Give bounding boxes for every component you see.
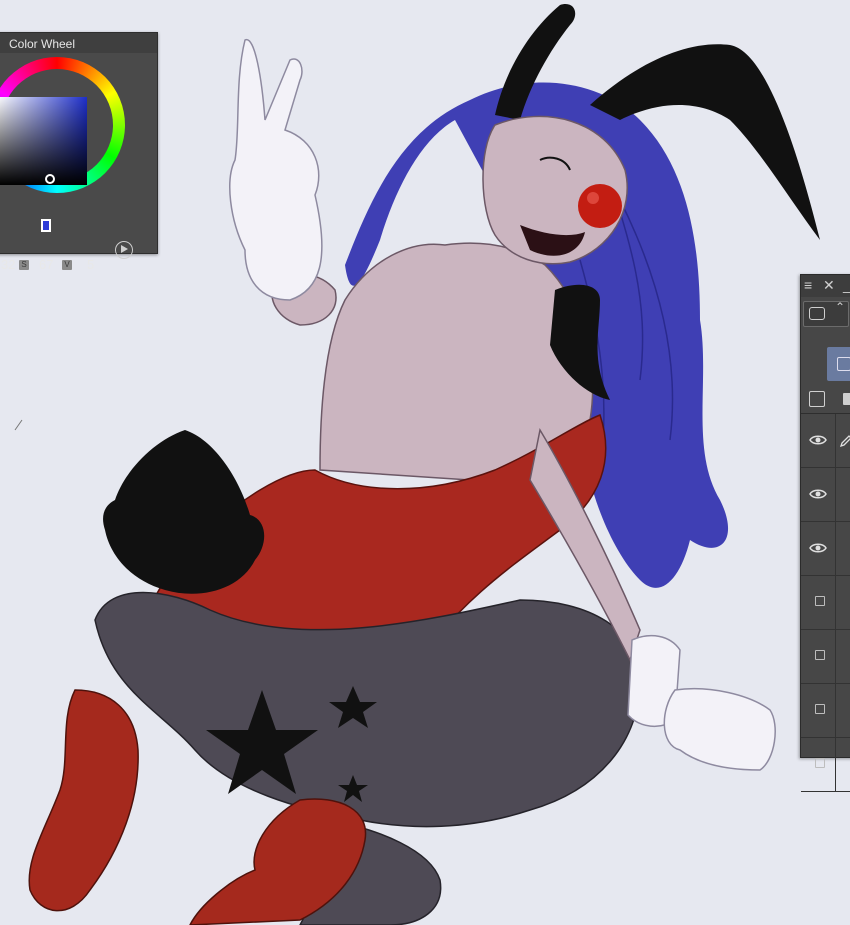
folder-icon[interactable] xyxy=(843,393,850,405)
close-icon[interactable]: ✕ xyxy=(823,277,835,294)
saturation-label: S xyxy=(19,260,29,270)
saturation-value-square[interactable] xyxy=(0,97,87,185)
hue-value: 32 xyxy=(1,257,16,272)
color-values: 32 S 67 V 5 xyxy=(0,257,117,273)
sv-cursor[interactable] xyxy=(45,174,55,184)
eye-icon xyxy=(809,435,827,445)
value-label: V xyxy=(62,260,72,270)
checkbox-icon xyxy=(815,704,825,714)
layer-panel-titlebar[interactable]: ≡ ✕ _ xyxy=(801,275,850,297)
eye-icon xyxy=(809,543,827,553)
play-icon[interactable] xyxy=(115,241,133,259)
minimize-icon[interactable]: _ xyxy=(843,277,850,293)
layer-row[interactable] xyxy=(801,684,850,738)
pen-icon xyxy=(839,435,850,448)
layer-toolbar xyxy=(801,297,850,414)
layer-visibility-toggle[interactable] xyxy=(801,630,836,683)
new-layer-icon[interactable] xyxy=(809,391,825,407)
value-value: 5 xyxy=(87,257,95,272)
color-wheel-panel[interactable]: Color Wheel 32 S 67 V 5 xyxy=(0,32,158,272)
clown-nose xyxy=(578,184,622,228)
layer-visibility-toggle[interactable] xyxy=(801,414,836,467)
layer-mask-button[interactable] xyxy=(827,347,850,381)
color-wheel-title: Color Wheel xyxy=(0,33,157,53)
layer-panel[interactable]: ≡ ✕ _ xyxy=(800,274,850,792)
eye-icon xyxy=(809,489,827,499)
layer-visibility-toggle[interactable] xyxy=(801,738,836,791)
blend-mode-select[interactable] xyxy=(803,300,849,327)
menu-icon[interactable]: ≡ xyxy=(804,277,812,293)
color-wheel-body[interactable]: 32 S 67 V 5 xyxy=(0,53,157,272)
checkbox-icon xyxy=(815,758,825,768)
hue-cursor[interactable] xyxy=(41,219,51,232)
layer-visibility-toggle[interactable] xyxy=(801,684,836,737)
layer-row[interactable] xyxy=(801,468,850,522)
layer-visibility-toggle[interactable] xyxy=(801,576,836,629)
layer-visibility-toggle[interactable] xyxy=(801,522,836,575)
checkbox-icon xyxy=(815,596,825,606)
layer-list xyxy=(801,414,850,792)
checkbox-icon xyxy=(815,650,825,660)
clown-nose-highlight xyxy=(587,192,599,204)
layer-row[interactable] xyxy=(801,738,850,792)
layer-visibility-toggle[interactable] xyxy=(801,468,836,521)
layer-row[interactable] xyxy=(801,630,850,684)
saturation-value: 67 xyxy=(39,257,54,272)
layer-row[interactable] xyxy=(801,576,850,630)
layer-row[interactable] xyxy=(801,414,850,468)
layer-row[interactable] xyxy=(801,522,850,576)
